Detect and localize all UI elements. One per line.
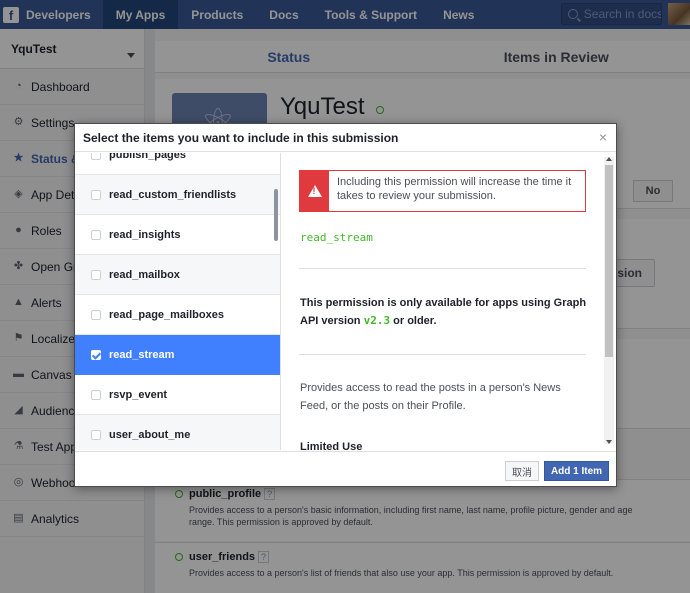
checkbox[interactable] bbox=[91, 429, 101, 440]
add-item-button[interactable]: Add 1 Item bbox=[544, 461, 609, 481]
api-version: v2.3 bbox=[363, 314, 391, 327]
permission-list-item[interactable]: user_about_me bbox=[75, 415, 280, 450]
dialog-title: Select the items you want to include in … bbox=[75, 124, 616, 152]
list-scrollbar[interactable] bbox=[274, 189, 278, 241]
permission-list-item[interactable]: read_stream bbox=[75, 335, 280, 375]
permission-list-label: read_stream bbox=[109, 348, 175, 361]
permission-list-item[interactable]: read_page_mailboxes bbox=[75, 295, 280, 335]
permission-list-label: rsvp_event bbox=[109, 388, 168, 401]
close-icon[interactable]: × bbox=[596, 130, 610, 144]
permission-list-item[interactable]: read_insights bbox=[75, 215, 280, 255]
permission-list-item[interactable]: read_mailbox bbox=[75, 255, 280, 295]
review-time-warning: Including this permission will increase … bbox=[299, 170, 586, 212]
checkbox[interactable] bbox=[91, 349, 101, 360]
permission-detail: Including this permission will increase … bbox=[282, 153, 616, 450]
permission-list-label: read_page_mailboxes bbox=[109, 308, 224, 321]
permission-list-label: read_custom_friendlists bbox=[109, 188, 237, 201]
checkbox[interactable] bbox=[91, 389, 101, 400]
scroll-thumb[interactable] bbox=[605, 165, 613, 357]
availability-note: This permission is only available for ap… bbox=[300, 294, 590, 330]
checkbox[interactable] bbox=[91, 189, 101, 200]
detail-scrollbar[interactable] bbox=[604, 157, 614, 444]
permission-description: Provides access to read the posts in a p… bbox=[300, 382, 561, 412]
availability-suffix: or older. bbox=[390, 315, 437, 327]
permission-list-label: read_mailbox bbox=[109, 268, 180, 281]
warning-text: Including this permission will increase … bbox=[337, 176, 572, 202]
availability-prefix: This permission is only available for ap… bbox=[300, 297, 587, 327]
permission-list: publish_pages read_custom_friendlistsread… bbox=[75, 153, 281, 450]
permission-list-label: publish_pages bbox=[109, 153, 187, 161]
permission-code-name: read_stream bbox=[300, 231, 373, 244]
checkbox[interactable] bbox=[91, 153, 101, 160]
warning-icon bbox=[300, 171, 329, 211]
permission-list-item[interactable]: read_custom_friendlists bbox=[75, 175, 280, 215]
dialog-footer: 取消 Add 1 Item bbox=[75, 451, 616, 486]
permission-list-item[interactable]: publish_pages bbox=[75, 153, 280, 175]
limited-use-heading: Limited Use bbox=[300, 441, 363, 450]
divider bbox=[299, 354, 586, 355]
checkbox[interactable] bbox=[91, 229, 101, 240]
scroll-up-icon[interactable] bbox=[606, 157, 612, 161]
permission-list-label: user_about_me bbox=[109, 428, 191, 441]
permission-list-item[interactable]: rsvp_event bbox=[75, 375, 280, 415]
checkbox[interactable] bbox=[91, 309, 101, 320]
cancel-button[interactable]: 取消 bbox=[505, 461, 539, 481]
submission-dialog: Select the items you want to include in … bbox=[74, 123, 617, 487]
scroll-down-icon[interactable] bbox=[606, 440, 612, 444]
permission-list-label: read_insights bbox=[109, 228, 181, 241]
divider bbox=[299, 268, 586, 269]
checkbox[interactable] bbox=[91, 269, 101, 280]
